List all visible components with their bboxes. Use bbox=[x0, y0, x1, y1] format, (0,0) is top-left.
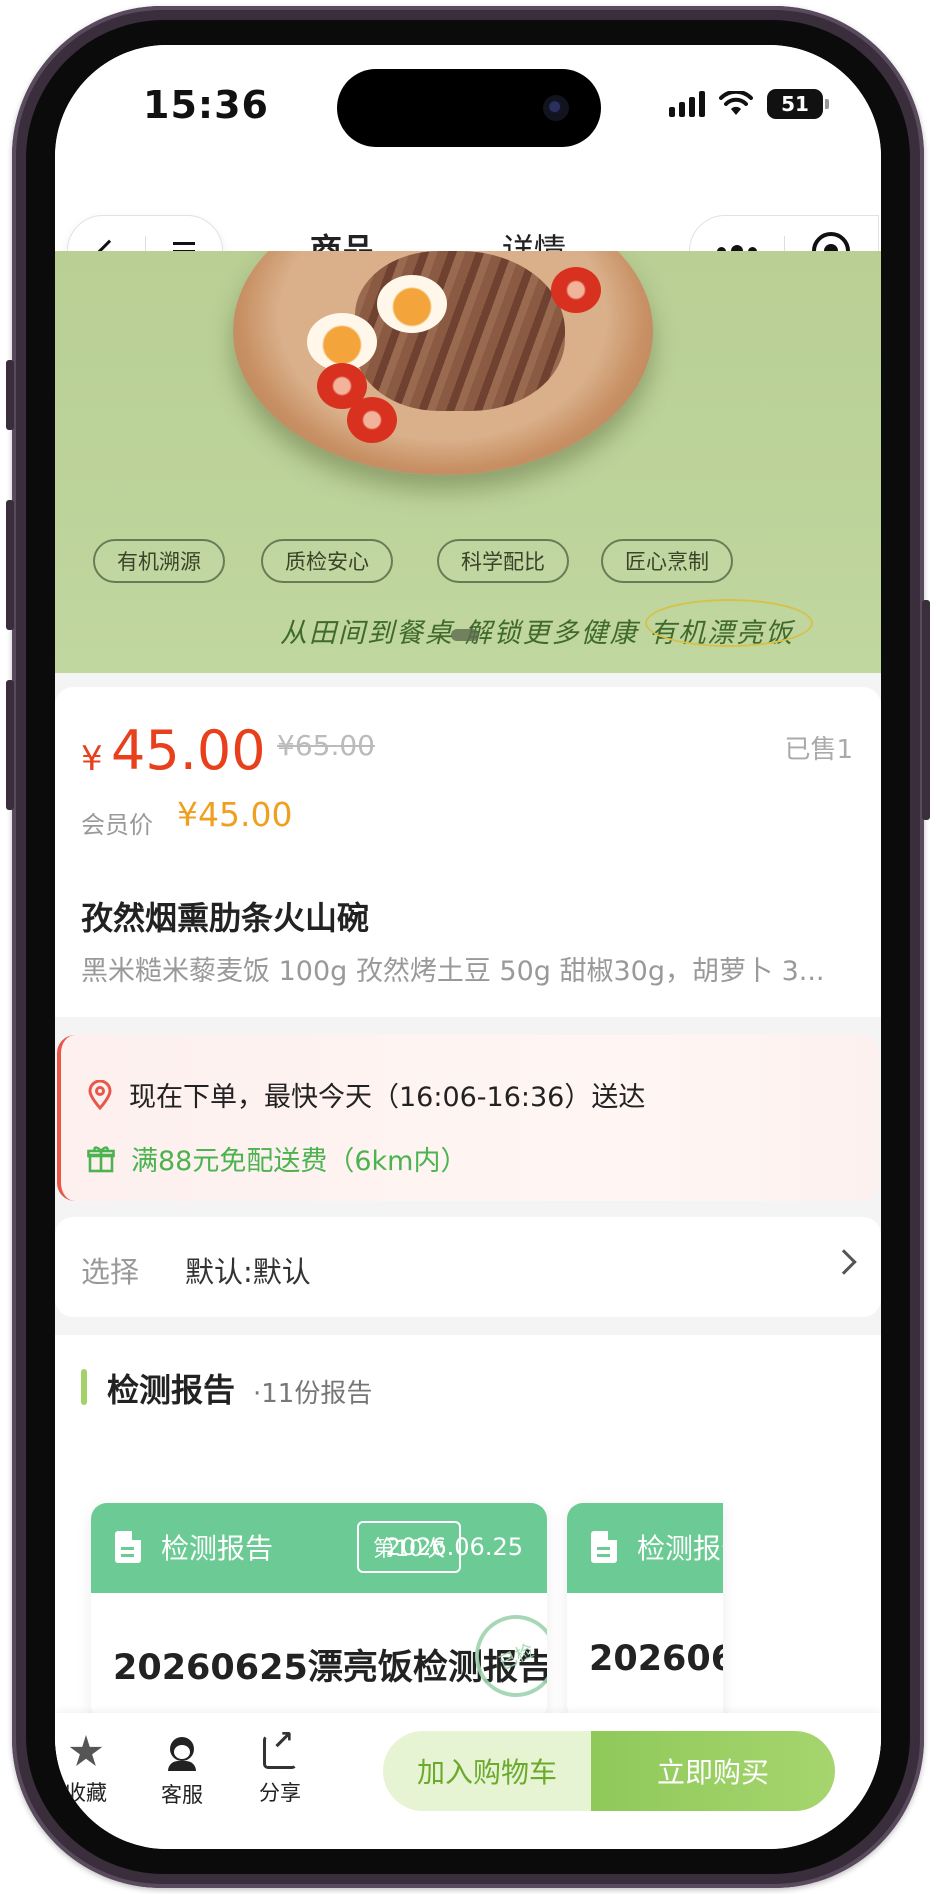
test-report-section: 检测报告 ·11份报告 检测报告 第10次 2026.06.25 2026062… bbox=[55, 1335, 881, 1775]
report-card[interactable]: 检测报告 2026061 bbox=[567, 1503, 723, 1721]
phone-volume-down-button bbox=[6, 680, 14, 810]
share-button[interactable]: 分享 bbox=[235, 1726, 325, 1807]
banner-tag: 匠心烹制 bbox=[601, 539, 733, 583]
status-bar: 15:36 51 bbox=[55, 45, 881, 185]
tomato-image bbox=[347, 397, 397, 443]
screen: 15:36 51 商品 详情 有机溯源 质检安心 科学配比 匠心烹制 从田间到餐… bbox=[55, 45, 881, 1849]
egg-image bbox=[377, 275, 447, 333]
tomato-image bbox=[551, 267, 601, 313]
favorite-label: 收藏 bbox=[65, 1781, 107, 1805]
report-card-label: 检测报告 bbox=[637, 1532, 723, 1565]
free-shipping-row: 满88元免配送费（6km内） bbox=[87, 1139, 467, 1178]
carousel-indicator bbox=[451, 629, 479, 641]
wifi-icon bbox=[719, 91, 753, 115]
phone-volume-up-button bbox=[6, 500, 14, 630]
product-description: 黑米糙米藜麦饭 100g 孜然烤土豆 50g 甜椒30g，胡萝卜 3... bbox=[81, 956, 825, 987]
report-card-header: 检测报告 第10次 2026.06.25 bbox=[91, 1503, 547, 1593]
document-icon bbox=[591, 1531, 617, 1563]
status-icons: 51 bbox=[669, 89, 829, 119]
location-pin-icon bbox=[88, 1079, 112, 1110]
price-card: ¥ 45.00 ¥65.00 已售1 会员价 ¥45.00 孜然烟熏肋条火山碗 … bbox=[55, 687, 881, 1017]
report-name: 2026061 bbox=[589, 1639, 723, 1679]
favorite-button[interactable]: 收藏 bbox=[55, 1735, 131, 1807]
chevron-right-icon bbox=[831, 1249, 857, 1275]
spec-select-row[interactable]: 选择 默认:默认 bbox=[55, 1217, 881, 1317]
slogan-highlight-ring bbox=[645, 599, 813, 647]
customer-service-button[interactable]: 客服 bbox=[137, 1735, 227, 1809]
customer-service-label: 客服 bbox=[161, 1783, 203, 1807]
report-card[interactable]: 检测报告 第10次 2026.06.25 20260625漂亮饭检测报告 已检 bbox=[91, 1503, 547, 1721]
banner-tag: 有机溯源 bbox=[93, 539, 225, 583]
cellular-signal-icon bbox=[669, 91, 705, 117]
section-accent-bar bbox=[81, 1369, 87, 1405]
member-price-label: 会员价 bbox=[81, 811, 153, 839]
phone-power-button bbox=[922, 600, 930, 820]
product-banner[interactable]: 有机溯源 质检安心 科学配比 匠心烹制 从田间到餐桌 解锁更多健康 有机漂亮饭 bbox=[55, 251, 881, 673]
report-count: ·11份报告 bbox=[253, 1379, 373, 1409]
buy-now-button[interactable]: 立即购买 bbox=[591, 1731, 835, 1811]
original-price: ¥65.00 bbox=[277, 729, 375, 762]
front-camera-icon bbox=[543, 95, 569, 121]
bottom-action-bar: 收藏 客服 分享 加入购物车 立即购买 bbox=[55, 1713, 881, 1849]
status-time: 15:36 bbox=[143, 83, 269, 127]
banner-tag: 质检安心 bbox=[261, 539, 393, 583]
add-to-cart-button[interactable]: 加入购物车 bbox=[383, 1731, 591, 1811]
report-section-title: 检测报告 bbox=[107, 1371, 236, 1409]
star-icon bbox=[69, 1735, 103, 1766]
banner-tag: 科学配比 bbox=[437, 539, 569, 583]
select-label: 选择 bbox=[81, 1255, 140, 1289]
document-icon bbox=[115, 1531, 141, 1563]
select-value: 默认:默认 bbox=[185, 1255, 311, 1289]
battery-icon: 51 bbox=[767, 89, 829, 119]
share-label: 分享 bbox=[259, 1781, 301, 1805]
delivery-eta-text: 现在下单，最快今天（16:06-16:36）送达 bbox=[129, 1082, 646, 1113]
free-shipping-text: 满88元免配送费（6km内） bbox=[131, 1146, 468, 1177]
delivery-info-card: 现在下单，最快今天（16:06-16:36）送达 满88元免配送费（6km内） bbox=[57, 1035, 879, 1201]
report-card-header: 检测报告 bbox=[567, 1503, 723, 1593]
member-price: ¥45.00 bbox=[177, 795, 293, 834]
customer-service-icon bbox=[164, 1735, 200, 1771]
sold-count: 已售1 bbox=[784, 735, 853, 765]
phone-action-button bbox=[6, 360, 14, 430]
smoked-meat-image bbox=[355, 251, 565, 411]
sale-price: 45.00 bbox=[111, 719, 266, 782]
report-card-label: 检测报告 bbox=[161, 1532, 274, 1565]
dynamic-island bbox=[337, 69, 601, 147]
product-title: 孜然烟熏肋条火山碗 bbox=[81, 899, 370, 937]
delivery-eta-row: 现在下单，最快今天（16:06-16:36）送达 bbox=[87, 1075, 645, 1114]
report-date: 2026.06.25 bbox=[385, 1533, 523, 1561]
price-currency: ¥ bbox=[81, 739, 103, 779]
share-icon bbox=[263, 1726, 297, 1769]
inspection-stamp-icon: 已检 bbox=[461, 1601, 547, 1711]
gift-icon bbox=[87, 1145, 115, 1172]
